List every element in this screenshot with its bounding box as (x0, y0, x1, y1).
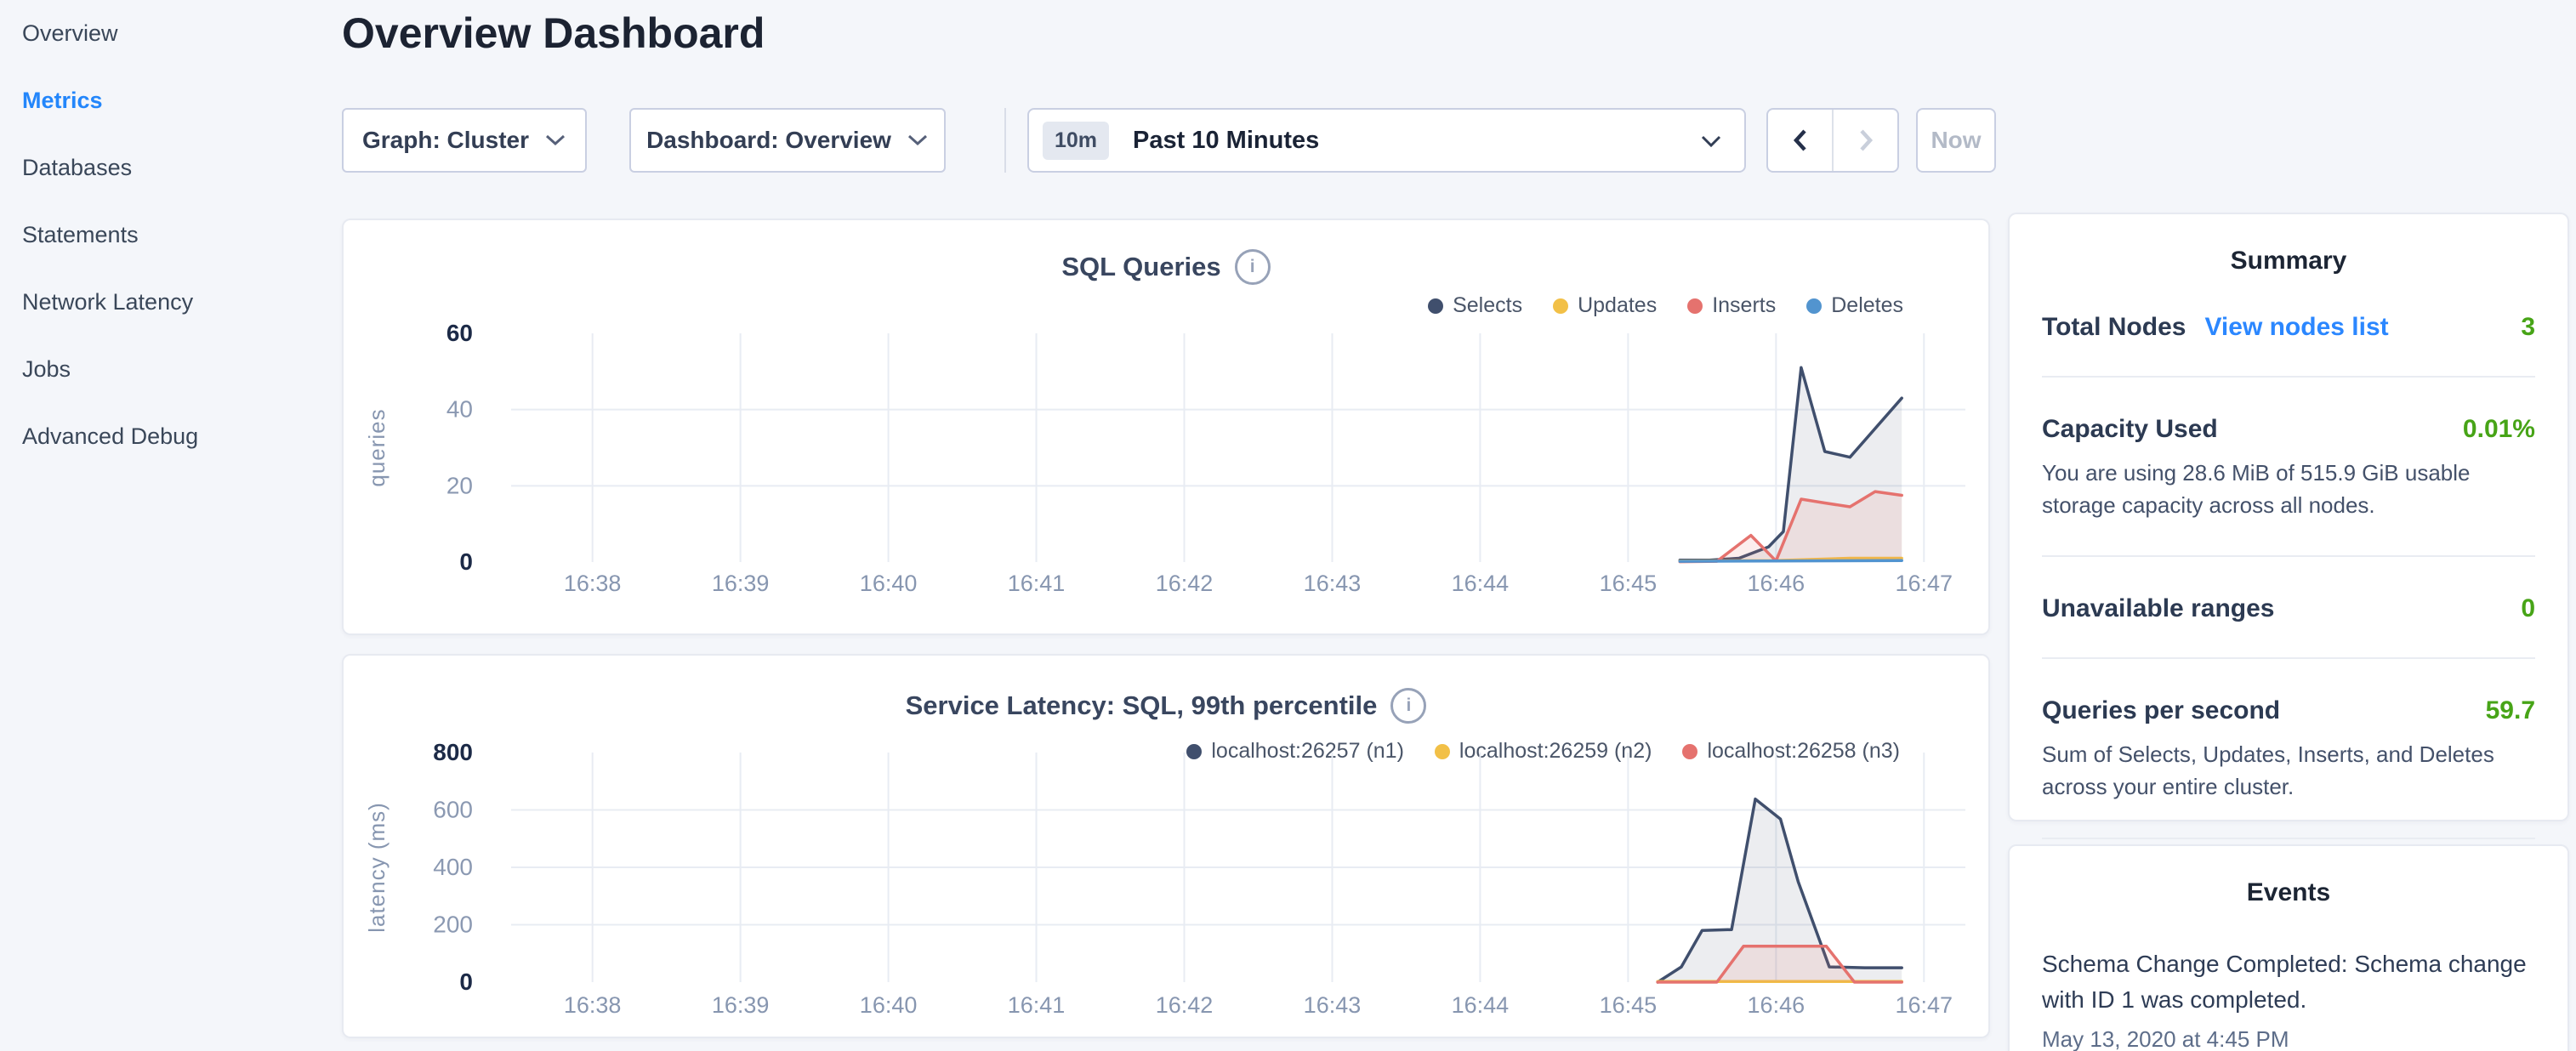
y-tick-label: 600 (433, 797, 473, 823)
sidebar-item-advanced-debug[interactable]: Advanced Debug (0, 403, 340, 470)
toolbar-divider (1004, 108, 1006, 173)
y-tick-label: 0 (459, 969, 473, 995)
y-tick-label: 200 (433, 912, 473, 938)
capacity-used-value: 0.01% (2463, 415, 2535, 444)
divider (2042, 376, 2535, 378)
capacity-used-row: Capacity Used 0.01% (2042, 415, 2535, 444)
service-latency-card: Service Latency: SQL, 99th percentile i … (342, 654, 1990, 1038)
chevron-down-icon (544, 134, 566, 147)
chevron-right-icon (1857, 128, 1874, 153)
queries-per-second-value: 59.7 (2486, 696, 2535, 725)
series-line (1680, 560, 1902, 561)
total-nodes-value: 3 (2521, 313, 2535, 342)
divider (2042, 657, 2535, 659)
latency-chart[interactable]: 16:38 16:39 16:40 16:41 16:42 16:43 16:44 16:45… (344, 656, 1992, 1040)
summary-title: Summary (2042, 247, 2535, 276)
queries-per-second-label: Queries per second (2042, 696, 2280, 725)
x-tick-label: 16:45 (1600, 571, 1658, 596)
x-tick-label: 16:47 (1896, 992, 1953, 1018)
unavailable-ranges-row: Unavailable ranges 0 (2042, 594, 2535, 623)
queries-per-second-row: Queries per second 59.7 (2042, 696, 2535, 725)
time-range-label: Past 10 Minutes (1133, 127, 1319, 155)
view-nodes-list-link[interactable]: View nodes list (2204, 313, 2388, 342)
x-tick-label: 16:46 (1748, 992, 1805, 1018)
capacity-used-label: Capacity Used (2042, 415, 2218, 444)
y-tick-label: 400 (433, 854, 473, 880)
sql-queries-card: SQL Queries i SelectsUpdatesInsertsDelet… (342, 219, 1990, 635)
page-title: Overview Dashboard (342, 9, 765, 58)
x-tick-label: 16:43 (1304, 992, 1362, 1018)
event-timestamp: May 13, 2020 at 4:45 PM (2042, 1026, 2535, 1051)
x-tick-label: 16:41 (1008, 992, 1066, 1018)
toolbar: Graph: Cluster Dashboard: Overview 10m P… (0, 108, 2576, 173)
x-tick-label: 16:41 (1008, 571, 1066, 596)
app-root: OverviewMetricsDatabasesStatementsNetwor… (0, 0, 2576, 1051)
queries-per-second-description: Sum of Selects, Updates, Inserts, and De… (2042, 739, 2535, 803)
prev-interval-button[interactable] (1768, 110, 1832, 171)
unavailable-ranges-value: 0 (2521, 594, 2535, 623)
y-tick-label: 800 (433, 739, 473, 765)
summary-panel: Summary Total Nodes View nodes list 3 Ca… (2008, 213, 2569, 821)
time-range-badge: 10m (1043, 122, 1109, 160)
time-range-selector[interactable]: 10m Past 10 Minutes (1027, 108, 1746, 173)
now-button[interactable]: Now (1916, 108, 1996, 173)
sidebar-item-jobs[interactable]: Jobs (0, 336, 340, 403)
x-tick-label: 16:39 (712, 571, 770, 596)
x-tick-label: 16:38 (564, 571, 622, 596)
total-nodes-row: Total Nodes View nodes list 3 (2042, 313, 2535, 342)
sql-queries-chart[interactable]: 16:38 16:39 16:40 16:41 16:42 16:43 16:44 16:45… (344, 220, 1992, 637)
dashboard-dropdown-label: Dashboard: Overview (646, 127, 891, 154)
graph-dropdown-label: Graph: Cluster (362, 127, 529, 154)
graph-dropdown[interactable]: Graph: Cluster (342, 108, 587, 173)
chevron-left-icon (1792, 128, 1809, 153)
x-tick-label: 16:40 (860, 571, 918, 596)
x-tick-label: 16:44 (1452, 992, 1510, 1018)
events-panel: Events Schema Change Completed: Schema c… (2008, 844, 2569, 1051)
unavailable-ranges-label: Unavailable ranges (2042, 594, 2274, 623)
total-nodes-label: Total Nodes (2042, 313, 2186, 342)
x-tick-label: 16:44 (1452, 571, 1510, 596)
divider (2042, 838, 2535, 839)
chevron-down-icon (907, 134, 929, 147)
sidebar-item-overview[interactable]: Overview (0, 0, 340, 67)
x-tick-label: 16:38 (564, 992, 622, 1018)
sidebar-item-network-latency[interactable]: Network Latency (0, 269, 340, 336)
x-tick-label: 16:47 (1896, 571, 1953, 596)
time-pager (1766, 108, 1899, 173)
x-tick-label: 16:42 (1156, 992, 1214, 1018)
event-item[interactable]: Schema Change Completed: Schema change w… (2042, 946, 2535, 1018)
x-tick-label: 16:45 (1600, 992, 1658, 1018)
now-button-label: Now (1931, 127, 1981, 154)
x-tick-label: 16:46 (1748, 571, 1805, 596)
next-interval-button[interactable] (1832, 110, 1897, 171)
y-tick-label: 0 (459, 548, 473, 575)
chevron-down-icon (1700, 135, 1722, 149)
y-tick-label: 40 (446, 396, 473, 423)
y-axis-label: queries (364, 408, 390, 486)
sidebar-item-statements[interactable]: Statements (0, 202, 340, 269)
divider (2042, 555, 2535, 557)
x-tick-label: 16:43 (1304, 571, 1362, 596)
capacity-used-description: You are using 28.6 MiB of 515.9 GiB usab… (2042, 457, 2535, 521)
x-tick-label: 16:40 (860, 992, 918, 1018)
x-tick-label: 16:42 (1156, 571, 1214, 596)
events-title: Events (2042, 878, 2535, 907)
dashboard-dropdown[interactable]: Dashboard: Overview (629, 108, 946, 173)
y-axis-label: latency (ms) (364, 802, 390, 933)
y-tick-label: 60 (446, 320, 473, 346)
x-tick-label: 16:39 (712, 992, 770, 1018)
y-tick-label: 20 (446, 472, 473, 498)
